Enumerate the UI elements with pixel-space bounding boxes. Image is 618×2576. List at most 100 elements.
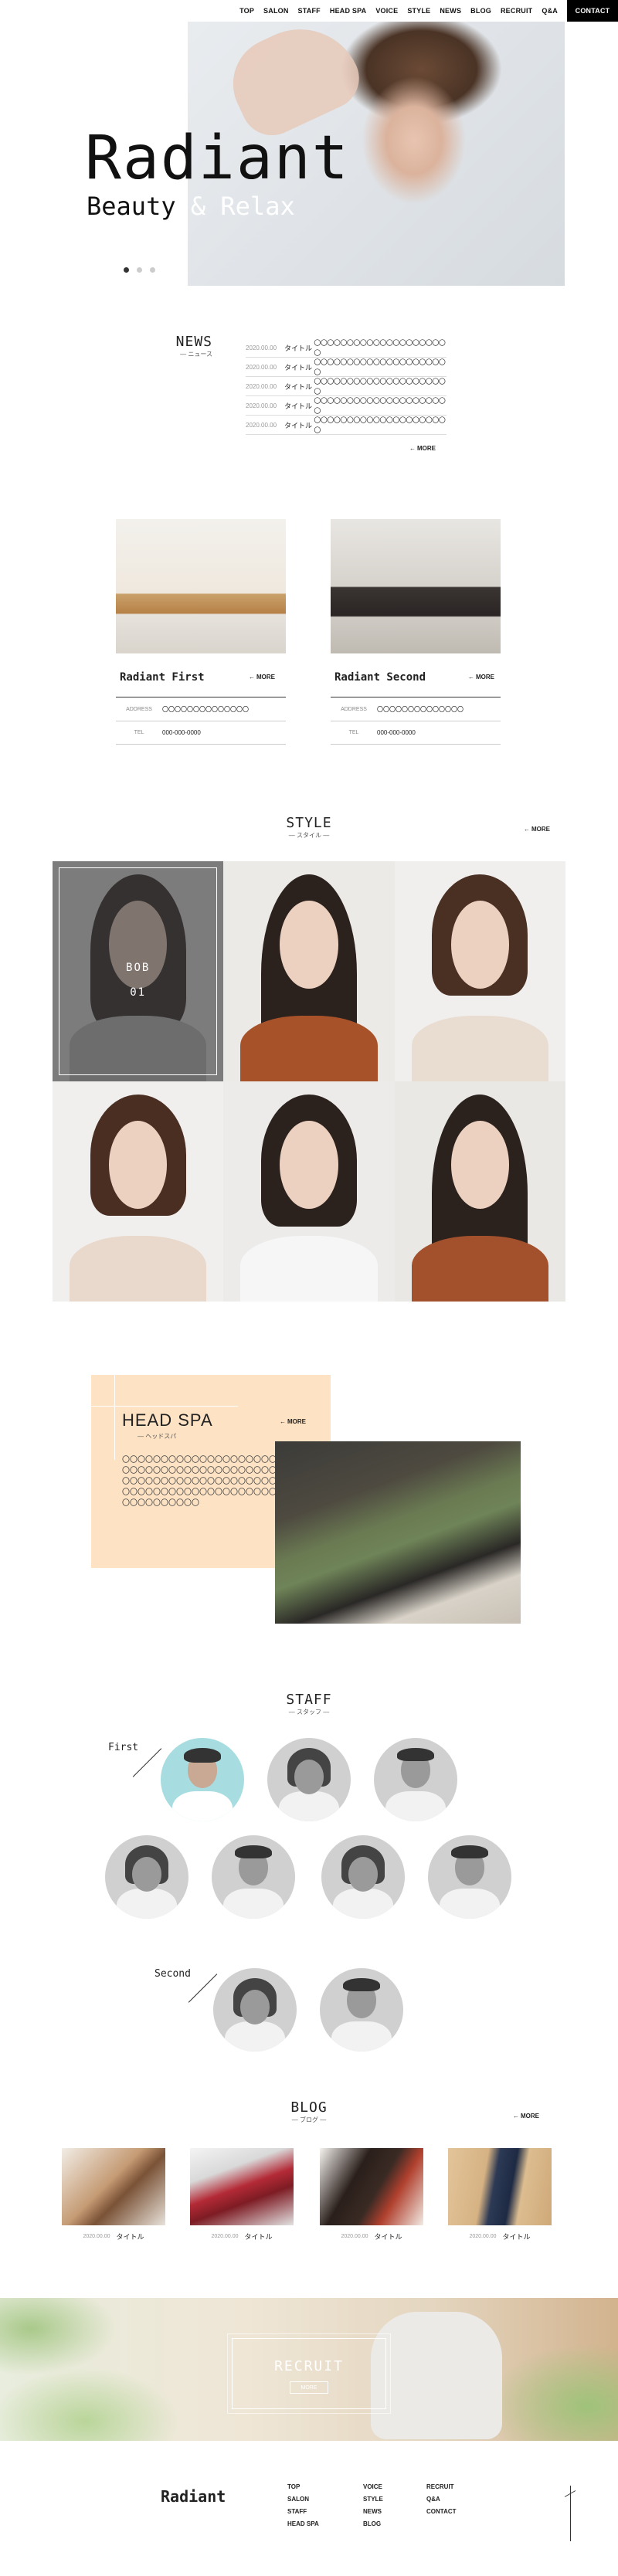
divider-slash bbox=[188, 1974, 218, 2003]
nav-style[interactable]: STYLE bbox=[407, 7, 430, 15]
style-more-link[interactable]: MORE bbox=[524, 826, 550, 833]
news-more-link[interactable]: MORE bbox=[409, 445, 436, 452]
salon-name[interactable]: Radiant Second bbox=[334, 671, 426, 684]
tel-value[interactable]: 000-000-0000 bbox=[377, 729, 416, 736]
nav-recruit[interactable]: RECRUIT bbox=[501, 7, 532, 15]
footer-link[interactable]: VOICE bbox=[363, 2481, 383, 2493]
blog-card[interactable]: 2020.00.00 タイトル bbox=[190, 2148, 294, 2242]
blog-caption: 2020.00.00 タイトル bbox=[62, 2232, 165, 2242]
blog-post-title[interactable]: タイトル bbox=[117, 2232, 144, 2242]
slider-dot[interactable] bbox=[150, 267, 155, 273]
salon-tel-row: TEL 000-000-0000 bbox=[116, 721, 286, 745]
recruit-more-button[interactable]: MORE bbox=[290, 2381, 328, 2394]
style-body bbox=[240, 1015, 378, 1081]
headspa-more-link[interactable]: MORE bbox=[280, 1418, 306, 1425]
footer-link[interactable]: RECRUIT bbox=[426, 2481, 457, 2493]
staff-avatar[interactable] bbox=[105, 1835, 188, 1919]
contact-button[interactable]: CONTACT bbox=[567, 0, 618, 22]
headspa-body-line: 〇〇〇〇〇〇〇〇〇〇〇〇〇〇〇〇〇〇〇〇 bbox=[122, 1467, 277, 1475]
slider-dot[interactable] bbox=[124, 267, 129, 273]
nav-salon[interactable]: SALON bbox=[263, 7, 289, 15]
footer-link[interactable]: STYLE bbox=[363, 2493, 383, 2506]
blog-post-title[interactable]: タイトル bbox=[503, 2232, 531, 2242]
news-row[interactable]: 2020.00.00 タイトル 〇〇〇〇〇〇〇〇〇〇〇〇〇〇〇〇〇〇〇〇〇 bbox=[246, 338, 447, 358]
footer-link[interactable]: SALON bbox=[287, 2493, 319, 2506]
blog-date: 2020.00.00 bbox=[83, 2234, 110, 2239]
staff-avatar[interactable] bbox=[374, 1738, 457, 1821]
salon-second-more[interactable]: MORE bbox=[468, 674, 494, 680]
staff-avatar[interactable] bbox=[320, 1968, 403, 2052]
style-card[interactable] bbox=[223, 861, 395, 1081]
style-hover-overlay[interactable]: BOB 01 bbox=[53, 861, 224, 1081]
slider-dot[interactable] bbox=[137, 267, 142, 273]
news-date: 2020.00.00 bbox=[246, 402, 277, 409]
tel-value[interactable]: 000-000-0000 bbox=[162, 729, 201, 736]
nav-blog[interactable]: BLOG bbox=[470, 7, 491, 15]
style-card[interactable] bbox=[53, 1081, 224, 1302]
news-date: 2020.00.00 bbox=[246, 382, 277, 390]
staff-heading: STAFF — スタッフ — bbox=[263, 1692, 355, 1716]
style-subtitle: — スタイル — bbox=[288, 832, 330, 839]
salon-address-row: ADDRESS 〇〇〇〇〇〇〇〇〇〇〇〇〇〇 bbox=[116, 698, 286, 721]
blog-card[interactable]: 2020.00.00 タイトル bbox=[320, 2148, 423, 2242]
news-body: 〇〇〇〇〇〇〇〇〇〇〇〇〇〇〇〇〇〇〇〇〇 bbox=[314, 358, 446, 376]
staff-avatar[interactable] bbox=[161, 1738, 244, 1821]
footer-link[interactable]: STAFF bbox=[287, 2506, 319, 2518]
slider-dots bbox=[124, 267, 155, 273]
staff-second-label: Second bbox=[154, 1968, 191, 1980]
footer-link[interactable]: BLOG bbox=[363, 2518, 383, 2530]
style-card[interactable] bbox=[223, 1081, 395, 1302]
nav-top[interactable]: TOP bbox=[239, 7, 254, 15]
news-row[interactable]: 2020.00.00 タイトル 〇〇〇〇〇〇〇〇〇〇〇〇〇〇〇〇〇〇〇〇〇 bbox=[246, 416, 447, 435]
nav-voice[interactable]: VOICE bbox=[375, 7, 398, 15]
news-row[interactable]: 2020.00.00 タイトル 〇〇〇〇〇〇〇〇〇〇〇〇〇〇〇〇〇〇〇〇〇 bbox=[246, 377, 447, 396]
footer-link[interactable]: Q&A bbox=[426, 2493, 457, 2506]
footer-link[interactable]: TOP bbox=[287, 2481, 319, 2493]
blog-thumbnail[interactable] bbox=[320, 2148, 423, 2225]
blog-thumbnail[interactable] bbox=[448, 2148, 552, 2225]
blog-thumbnail[interactable] bbox=[62, 2148, 165, 2225]
news-list: 2020.00.00 タイトル 〇〇〇〇〇〇〇〇〇〇〇〇〇〇〇〇〇〇〇〇〇 20… bbox=[246, 338, 447, 435]
staff-avatar[interactable] bbox=[212, 1835, 295, 1919]
staff-avatar[interactable] bbox=[428, 1835, 511, 1919]
blog-card[interactable]: 2020.00.00 タイトル bbox=[62, 2148, 165, 2242]
blog-post-title[interactable]: タイトル bbox=[375, 2232, 402, 2242]
staff-first-label: First bbox=[108, 1742, 139, 1753]
blog-post-title[interactable]: タイトル bbox=[245, 2232, 273, 2242]
salon-first-info: ADDRESS 〇〇〇〇〇〇〇〇〇〇〇〇〇〇 TEL 000-000-0000 bbox=[116, 698, 286, 745]
salon-second-photo[interactable] bbox=[331, 519, 501, 653]
salon-name[interactable]: Radiant First bbox=[120, 671, 205, 684]
news-row[interactable]: 2020.00.00 タイトル 〇〇〇〇〇〇〇〇〇〇〇〇〇〇〇〇〇〇〇〇〇 bbox=[246, 358, 447, 377]
style-body bbox=[70, 1235, 207, 1302]
blog-card[interactable]: 2020.00.00 タイトル bbox=[448, 2148, 552, 2242]
footer-link[interactable]: NEWS bbox=[363, 2506, 383, 2518]
news-row[interactable]: 2020.00.00 タイトル 〇〇〇〇〇〇〇〇〇〇〇〇〇〇〇〇〇〇〇〇〇 bbox=[246, 396, 447, 416]
staff-avatar[interactable] bbox=[213, 1968, 297, 2052]
style-card[interactable] bbox=[394, 861, 565, 1081]
blog-more-link[interactable]: MORE bbox=[513, 2113, 539, 2120]
footer-link[interactable]: CONTACT bbox=[426, 2506, 457, 2518]
nav-staff[interactable]: STAFF bbox=[298, 7, 321, 15]
staff-avatar[interactable] bbox=[321, 1835, 405, 1919]
footer-link[interactable]: HEAD SPA bbox=[287, 2518, 319, 2530]
nav-qa[interactable]: Q&A bbox=[542, 7, 558, 15]
news-body: 〇〇〇〇〇〇〇〇〇〇〇〇〇〇〇〇〇〇〇〇〇 bbox=[314, 378, 446, 395]
blog-thumbnail[interactable] bbox=[190, 2148, 294, 2225]
salon-first-photo[interactable] bbox=[116, 519, 286, 653]
blog-heading: BLOG — ブログ — bbox=[263, 2099, 355, 2124]
style-card[interactable]: BOB 01 bbox=[53, 861, 224, 1081]
staff-avatar[interactable] bbox=[267, 1738, 351, 1821]
tel-key: TEL bbox=[134, 730, 144, 735]
address-value: 〇〇〇〇〇〇〇〇〇〇〇〇〇〇 bbox=[162, 706, 249, 713]
news-subtitle: — ニュース bbox=[180, 351, 212, 358]
nav-news[interactable]: NEWS bbox=[440, 7, 461, 15]
recruit-banner[interactable]: RECRUIT MORE bbox=[0, 2298, 618, 2441]
salon-first-more[interactable]: MORE bbox=[249, 674, 275, 680]
style-title: STYLE bbox=[286, 815, 332, 831]
headspa-body-line: 〇〇〇〇〇〇〇〇〇〇〇〇〇〇〇〇〇〇〇〇 bbox=[122, 1456, 277, 1464]
news-body: 〇〇〇〇〇〇〇〇〇〇〇〇〇〇〇〇〇〇〇〇〇 bbox=[314, 416, 446, 434]
nav-head-spa[interactable]: HEAD SPA bbox=[330, 7, 366, 15]
style-card[interactable] bbox=[394, 1081, 565, 1302]
headspa-body-line: 〇〇〇〇〇〇〇〇〇〇〇〇〇〇〇〇〇〇〇〇 bbox=[122, 1478, 277, 1486]
footer-logo[interactable]: Radiant bbox=[161, 2487, 226, 2506]
